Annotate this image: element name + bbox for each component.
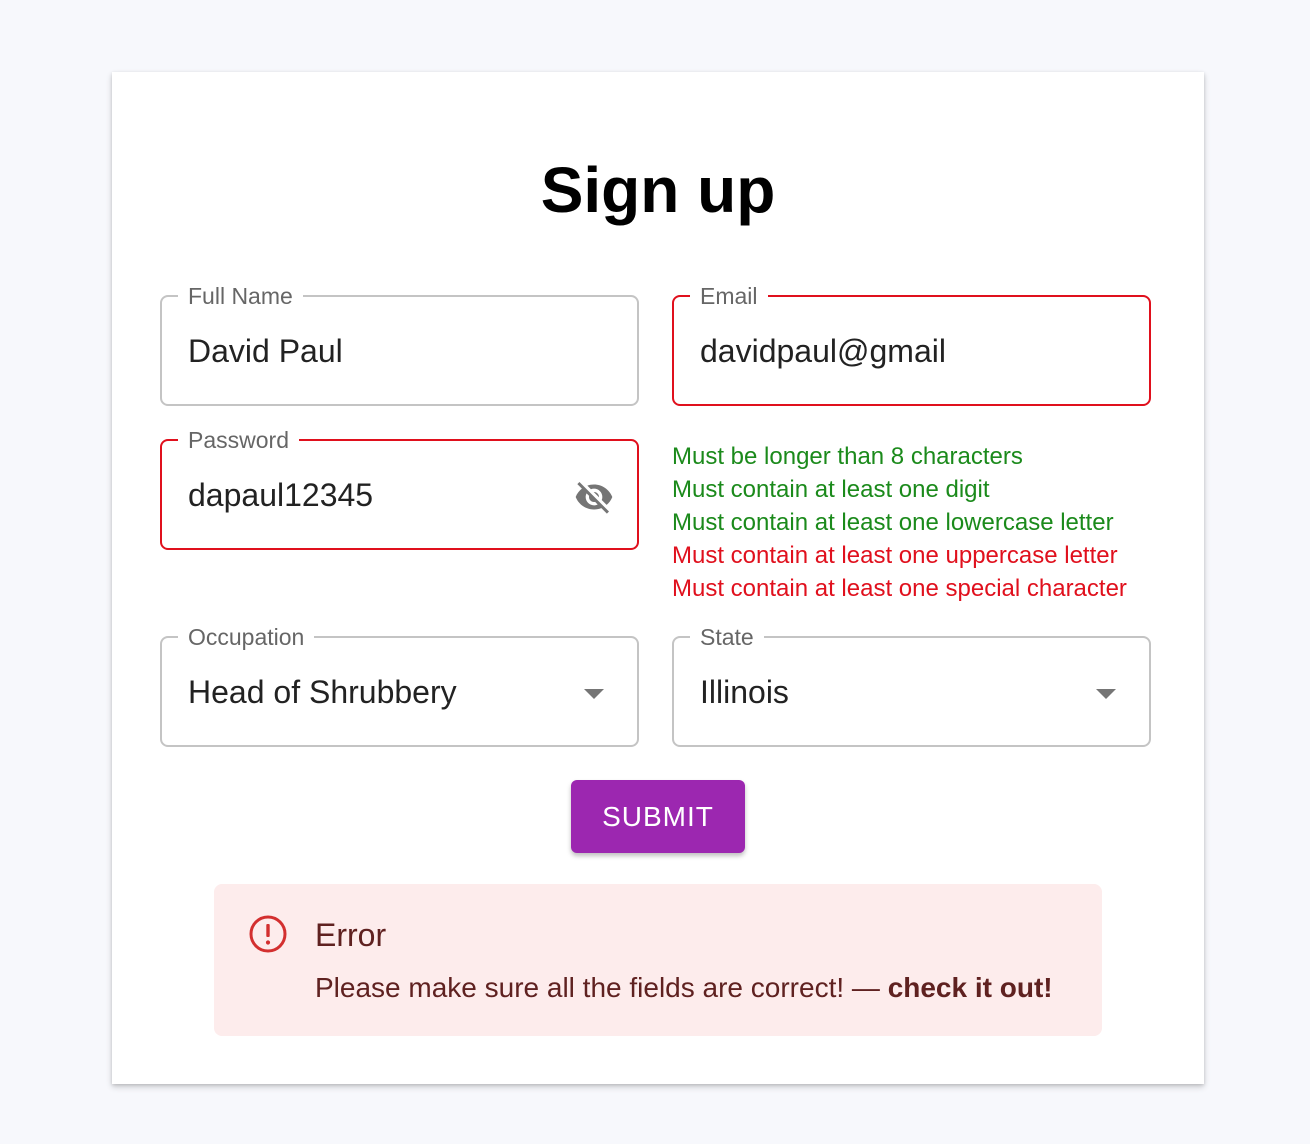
password-label: Password (178, 426, 299, 454)
visibility-off-icon[interactable] (571, 477, 617, 517)
password-field[interactable]: Password dapaul12345 (160, 426, 639, 550)
password-rules: Must be longer than 8 characters Must co… (672, 440, 1127, 605)
dropdown-arrow-icon[interactable] (1083, 674, 1129, 714)
full-name-label: Full Name (178, 282, 303, 310)
occupation-label: Occupation (178, 623, 315, 651)
page-title: Sign up (540, 154, 776, 226)
email-label: Email (690, 282, 768, 310)
error-outline-icon (248, 914, 288, 954)
state-value[interactable]: Illinois (700, 672, 789, 712)
full-name-field[interactable]: Full Name David Paul (160, 282, 639, 406)
rule-digit: Must contain at least one digit (672, 476, 990, 503)
email-field[interactable]: Email davidpaul@gmail (672, 282, 1151, 406)
full-name-input[interactable]: David Paul (188, 331, 343, 371)
rule-length: Must be longer than 8 characters (672, 443, 1023, 470)
email-input[interactable]: davidpaul@gmail (700, 331, 946, 371)
alert-title: Error (315, 917, 387, 953)
rule-special: Must contain at least one special charac… (672, 575, 1127, 602)
rule-uppercase: Must contain at least one uppercase lett… (672, 542, 1118, 569)
alert-emphasis: check it out! (887, 972, 1053, 1003)
state-label: State (690, 623, 764, 651)
alert-message-text: Please make sure all the fields are corr… (315, 972, 888, 1003)
rule-lowercase: Must contain at least one lowercase lett… (672, 509, 1114, 536)
password-input[interactable]: dapaul12345 (188, 475, 373, 515)
occupation-select[interactable]: Occupation Head of Shrubbery (160, 623, 639, 747)
alert-message: Please make sure all the fields are corr… (315, 971, 1053, 1005)
submit-button[interactable]: SUBMIT (571, 780, 745, 853)
state-select[interactable]: State Illinois (672, 623, 1151, 747)
dropdown-arrow-icon[interactable] (571, 674, 617, 714)
signup-card: Sign up Full Name David Paul Email david… (112, 72, 1204, 1084)
error-alert: Error Please make sure all the fields ar… (214, 884, 1102, 1036)
occupation-value[interactable]: Head of Shrubbery (188, 672, 457, 712)
